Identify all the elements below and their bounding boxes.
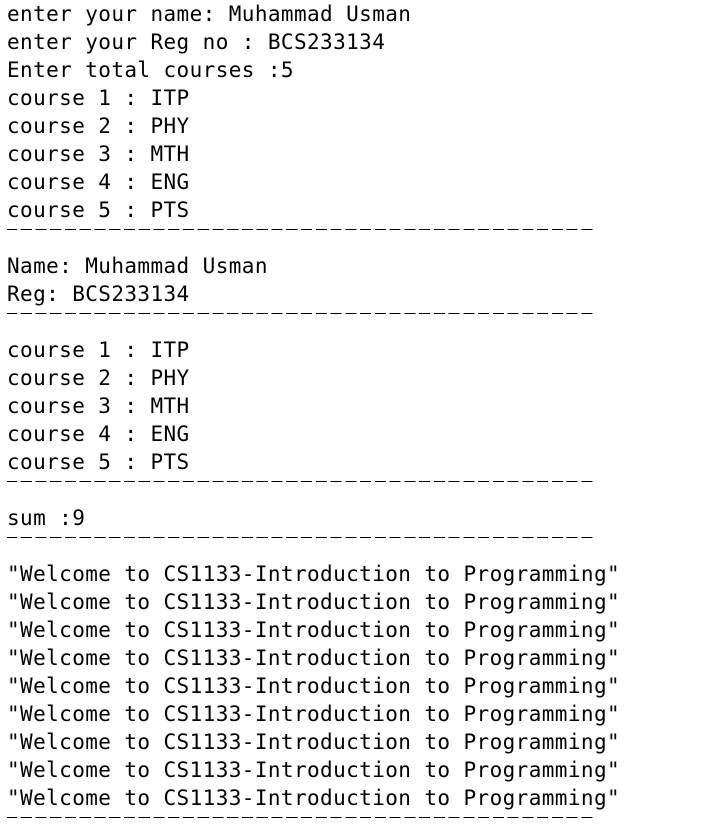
reg-prompt-line: enter your Reg no : BCS233134 — [7, 30, 386, 54]
welcome-line: "Welcome to CS1133-Introduction to Progr… — [7, 618, 621, 642]
welcome-line: "Welcome to CS1133-Introduction to Progr… — [7, 730, 621, 754]
separator-rule — [7, 481, 595, 482]
output-course-line: course 2 : PHY — [7, 366, 190, 390]
name-prompt-line: enter your name: Muhammad Usman — [7, 2, 412, 26]
separator-line — [7, 224, 595, 252]
sum-output-line: sum :9 — [7, 506, 86, 530]
input-course-line: course 2 : PHY — [7, 114, 190, 138]
input-course-line: course 5 : PTS — [7, 198, 190, 222]
total-courses-prompt-line: Enter total courses :5 — [7, 58, 294, 82]
input-course-line: course 4 : ENG — [7, 170, 190, 194]
input-course-line: course 1 : ITP — [7, 86, 190, 110]
terminal-output: enter your name: Muhammad Usman enter yo… — [0, 0, 716, 840]
separator-rule — [7, 817, 595, 818]
welcome-line: "Welcome to CS1133-Introduction to Progr… — [7, 562, 621, 586]
welcome-line: "Welcome to CS1133-Introduction to Progr… — [7, 646, 621, 670]
name-output-line: Name: Muhammad Usman — [7, 254, 268, 278]
output-course-line: course 1 : ITP — [7, 338, 190, 362]
welcome-line: "Welcome to CS1133-Introduction to Progr… — [7, 758, 621, 782]
welcome-line: "Welcome to CS1133-Introduction to Progr… — [7, 590, 621, 614]
separator-line — [7, 812, 595, 840]
output-course-line: course 3 : MTH — [7, 394, 190, 418]
input-course-line: course 3 : MTH — [7, 142, 190, 166]
reg-output-line: Reg: BCS233134 — [7, 282, 190, 306]
separator-line — [7, 308, 595, 336]
separator-line — [7, 532, 595, 560]
separator-rule — [7, 537, 595, 538]
separator-line — [7, 476, 595, 504]
separator-rule — [7, 229, 595, 230]
welcome-line: "Welcome to CS1133-Introduction to Progr… — [7, 674, 621, 698]
output-course-line: course 4 : ENG — [7, 422, 190, 446]
welcome-line: "Welcome to CS1133-Introduction to Progr… — [7, 702, 621, 726]
separator-rule — [7, 313, 595, 314]
welcome-line: "Welcome to CS1133-Introduction to Progr… — [7, 786, 621, 810]
output-course-line: course 5 : PTS — [7, 450, 190, 474]
